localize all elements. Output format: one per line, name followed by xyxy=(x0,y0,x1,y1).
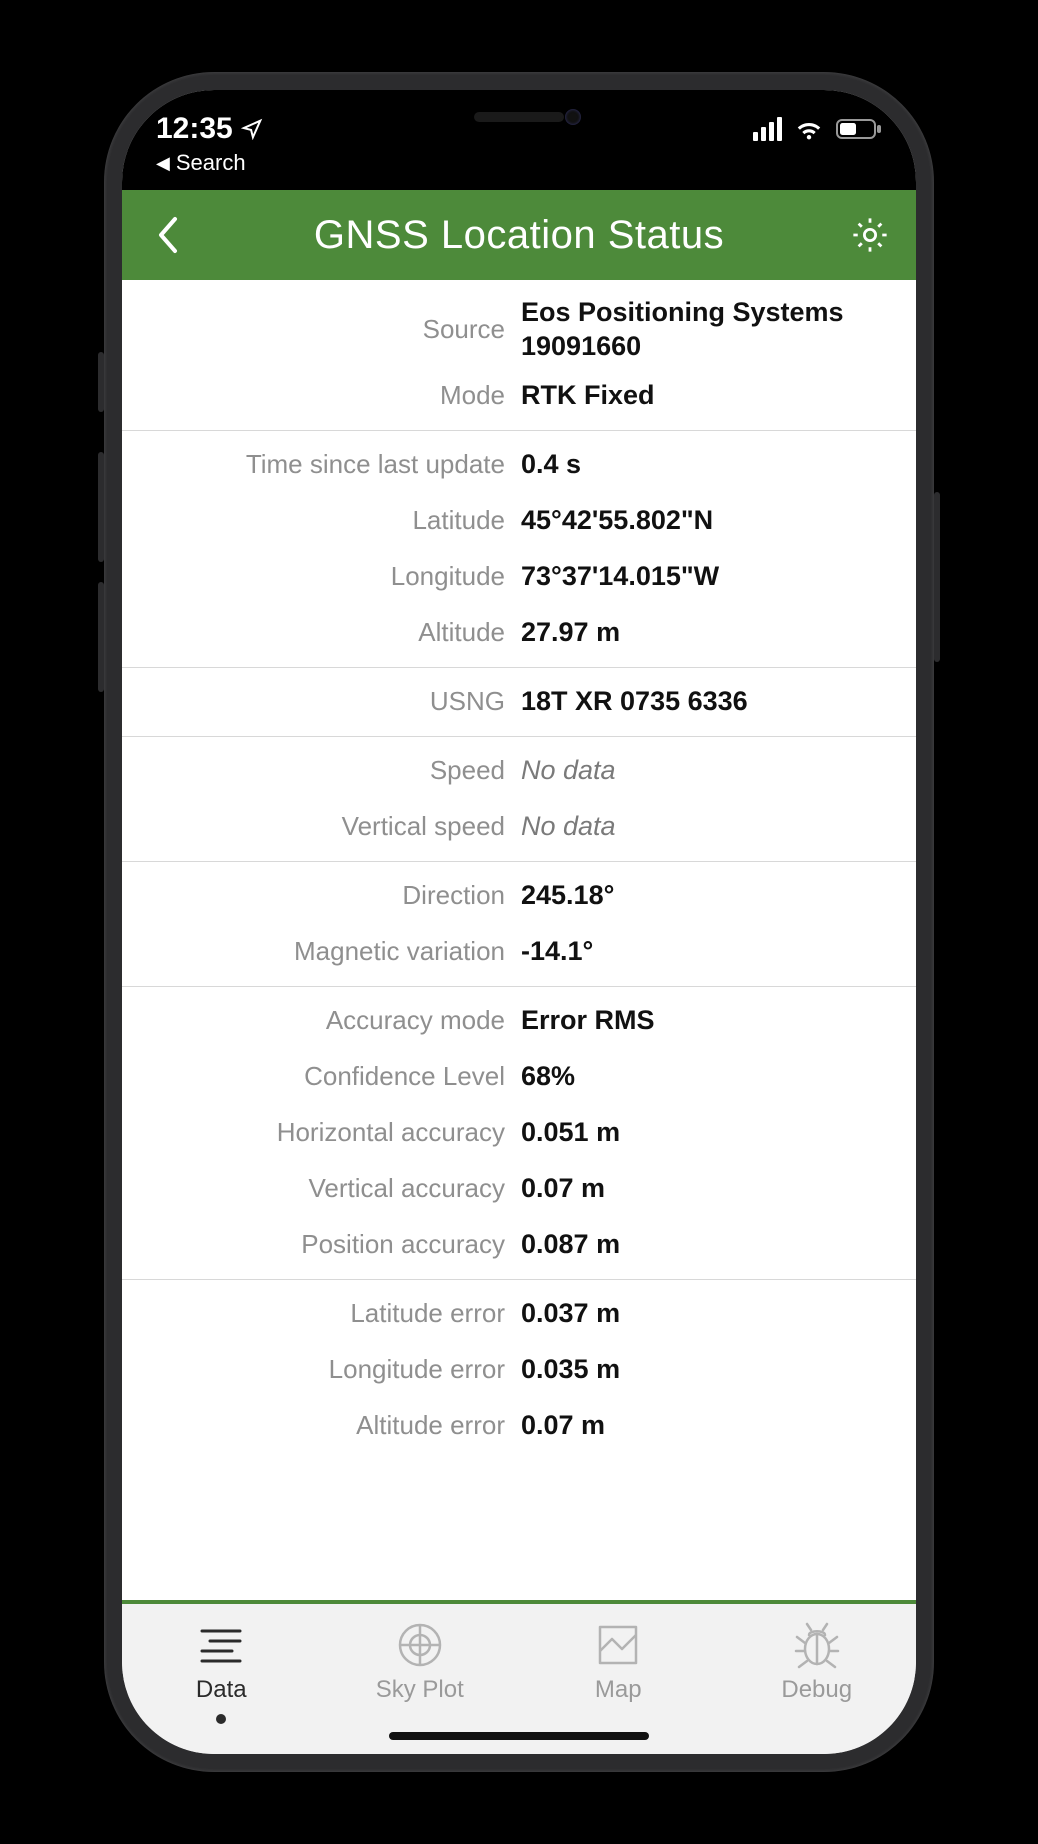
label-mode: Mode xyxy=(122,380,519,411)
row-lonerr: Longitude error 0.035 m xyxy=(122,1342,916,1398)
label-source: Source xyxy=(122,314,519,345)
label-lat: Latitude xyxy=(122,505,519,536)
active-dot-icon xyxy=(216,1714,226,1724)
value-hacc: 0.051 m xyxy=(519,1117,916,1148)
value-vacc: 0.07 m xyxy=(519,1173,916,1204)
tab-debug-label: Debug xyxy=(781,1676,852,1704)
label-tsu: Time since last update xyxy=(122,449,519,480)
value-lat: 45°42'55.802"N xyxy=(519,505,916,536)
label-accmode: Accuracy mode xyxy=(122,1005,519,1036)
row-speed: Speed No data xyxy=(122,743,916,799)
label-laterr: Latitude error xyxy=(122,1298,519,1329)
value-conf: 68% xyxy=(519,1061,916,1092)
bug-icon xyxy=(792,1618,842,1672)
label-alterr: Altitude error xyxy=(122,1410,519,1441)
skyplot-icon xyxy=(395,1618,445,1672)
notch xyxy=(329,90,709,144)
status-time: 12:35 xyxy=(156,112,233,146)
battery-icon xyxy=(836,118,882,140)
row-lon: Longitude 73°37'14.015"W xyxy=(122,549,916,605)
data-icon xyxy=(196,1618,246,1672)
back-button[interactable] xyxy=(128,190,208,280)
value-lonerr: 0.035 m xyxy=(519,1354,916,1385)
cell-signal-icon xyxy=(753,117,782,141)
row-lat: Latitude 45°42'55.802"N xyxy=(122,493,916,549)
location-arrow-icon xyxy=(241,118,263,140)
home-indicator[interactable] xyxy=(389,1732,649,1740)
row-conf: Confidence Level 68% xyxy=(122,1049,916,1105)
value-pacc: 0.087 m xyxy=(519,1229,916,1260)
row-vspeed: Vertical speed No data xyxy=(122,799,916,855)
group-speed: Speed No data Vertical speed No data xyxy=(122,737,916,862)
gear-icon xyxy=(849,214,891,256)
label-dir: Direction xyxy=(122,880,519,911)
row-accmode: Accuracy mode Error RMS xyxy=(122,993,916,1049)
row-tsu: Time since last update 0.4 s xyxy=(122,437,916,493)
value-dir: 245.18° xyxy=(519,880,916,911)
label-vspeed: Vertical speed xyxy=(122,811,519,842)
row-hacc: Horizontal accuracy 0.051 m xyxy=(122,1105,916,1161)
phone-frame: 12:35 xyxy=(104,72,934,1772)
label-speed: Speed xyxy=(122,755,519,786)
side-button xyxy=(98,582,104,692)
label-alt: Altitude xyxy=(122,617,519,648)
row-mode: Mode RTK Fixed xyxy=(122,368,916,424)
row-dir: Direction 245.18° xyxy=(122,868,916,924)
caret-left-icon: ◀ xyxy=(156,153,170,174)
value-tsu: 0.4 s xyxy=(519,449,916,480)
value-usng: 18T XR 0735 6336 xyxy=(519,686,916,717)
content-area[interactable]: Source Eos Positioning Systems 19091660 … xyxy=(122,280,916,1600)
value-magvar: -14.1° xyxy=(519,936,916,967)
tab-data-label: Data xyxy=(196,1676,247,1704)
group-accuracy: Accuracy mode Error RMS Confidence Level… xyxy=(122,987,916,1280)
value-accmode: Error RMS xyxy=(519,1005,916,1036)
label-conf: Confidence Level xyxy=(122,1061,519,1092)
value-alt: 27.97 m xyxy=(519,617,916,648)
breadcrumb-back[interactable]: ◀ Search xyxy=(156,150,882,176)
label-lon: Longitude xyxy=(122,561,519,592)
group-source: Source Eos Positioning Systems 19091660 … xyxy=(122,286,916,431)
value-source: Eos Positioning Systems 19091660 xyxy=(519,296,916,364)
settings-button[interactable] xyxy=(830,190,910,280)
row-laterr: Latitude error 0.037 m xyxy=(122,1286,916,1342)
chevron-left-icon xyxy=(155,213,181,257)
breadcrumb-label: Search xyxy=(176,150,246,176)
label-pacc: Position accuracy xyxy=(122,1229,519,1260)
wifi-icon xyxy=(794,118,824,140)
value-lon: 73°37'14.015"W xyxy=(519,561,916,592)
row-magvar: Magnetic variation -14.1° xyxy=(122,924,916,980)
label-lonerr: Longitude error xyxy=(122,1354,519,1385)
value-speed: No data xyxy=(519,755,916,786)
side-button xyxy=(98,452,104,562)
tab-skyplot-label: Sky Plot xyxy=(376,1676,464,1704)
side-button xyxy=(934,492,940,662)
row-alterr: Altitude error 0.07 m xyxy=(122,1398,916,1454)
value-vspeed: No data xyxy=(519,811,916,842)
label-vacc: Vertical accuracy xyxy=(122,1173,519,1204)
row-usng: USNG 18T XR 0735 6336 xyxy=(122,674,916,730)
app-header: GNSS Location Status xyxy=(122,190,916,280)
tab-data[interactable]: Data xyxy=(122,1604,321,1754)
row-source: Source Eos Positioning Systems 19091660 xyxy=(122,292,916,368)
row-pacc: Position accuracy 0.087 m xyxy=(122,1217,916,1273)
value-mode: RTK Fixed xyxy=(519,380,916,411)
group-usng: USNG 18T XR 0735 6336 xyxy=(122,668,916,737)
group-direction: Direction 245.18° Magnetic variation -14… xyxy=(122,862,916,987)
row-vacc: Vertical accuracy 0.07 m xyxy=(122,1161,916,1217)
label-usng: USNG xyxy=(122,686,519,717)
group-errors: Latitude error 0.037 m Longitude error 0… xyxy=(122,1280,916,1460)
tab-map-label: Map xyxy=(595,1676,642,1704)
label-hacc: Horizontal accuracy xyxy=(122,1117,519,1148)
label-magvar: Magnetic variation xyxy=(122,936,519,967)
side-button xyxy=(98,352,104,412)
group-position: Time since last update 0.4 s Latitude 45… xyxy=(122,431,916,668)
row-alt: Altitude 27.97 m xyxy=(122,605,916,661)
map-icon xyxy=(594,1618,642,1672)
tab-debug[interactable]: Debug xyxy=(718,1604,917,1754)
screen: 12:35 xyxy=(122,90,916,1754)
value-alterr: 0.07 m xyxy=(519,1410,916,1441)
value-laterr: 0.037 m xyxy=(519,1298,916,1329)
page-title: GNSS Location Status xyxy=(314,213,724,258)
